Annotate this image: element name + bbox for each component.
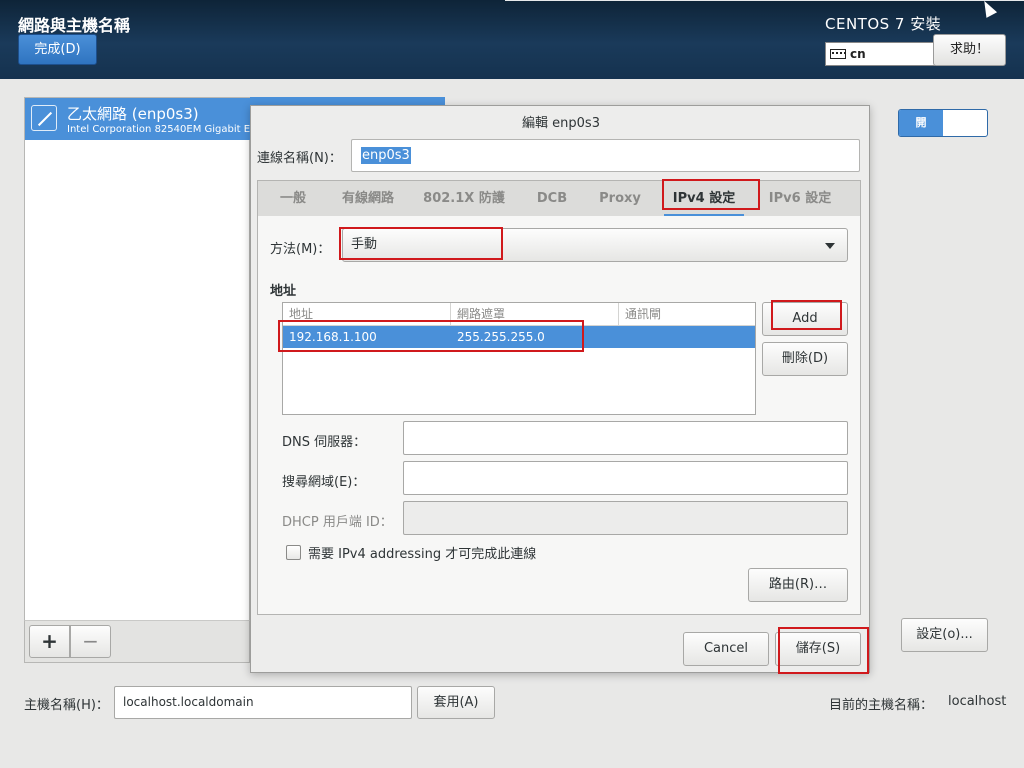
column-header-address[interactable]: 地址 [283, 303, 451, 325]
tab-dcb[interactable]: DCB [520, 181, 584, 216]
keyboard-layout-label: cn [850, 47, 866, 61]
keyboard-icon [830, 49, 846, 59]
search-domains-label: 搜尋網域(E)： [282, 475, 366, 490]
column-header-netmask[interactable]: 網路遮罩 [451, 303, 619, 325]
tab-8021x-security[interactable]: 802.1X 防護 [408, 181, 520, 216]
routes-button[interactable]: 路由(R)… [748, 568, 848, 602]
netmask-cell[interactable]: 255.255.255.0 [451, 326, 619, 348]
ethernet-icon [31, 105, 57, 131]
connection-name-value: enp0s3 [361, 147, 411, 164]
page-title: 網路與主機名稱 [18, 16, 131, 35]
gateway-cell[interactable] [619, 326, 755, 348]
connection-name: 乙太網路 (enp0s3) [67, 105, 199, 123]
remove-connection-button[interactable]: − [70, 625, 111, 658]
help-button[interactable]: 求助！ [933, 34, 1006, 66]
chevron-down-icon [825, 243, 835, 249]
dns-servers-input[interactable] [403, 421, 848, 455]
dns-servers-label: DNS 伺服器： [282, 435, 367, 450]
address-cell[interactable]: 192.168.1.100 [283, 326, 451, 348]
cancel-button[interactable]: Cancel [683, 632, 769, 666]
require-ipv4-label: 需要 IPv4 addressing 才可完成此連線 [308, 547, 537, 562]
apply-hostname-button[interactable]: 套用(A) [417, 686, 495, 719]
current-hostname-value: localhost [948, 694, 1007, 709]
connection-list: 乙太網路 (enp0s3) Intel Corporation 82540EM … [24, 97, 445, 663]
connection-item-highlight [250, 97, 445, 103]
save-button[interactable]: 儲存(S) [775, 632, 861, 666]
require-ipv4-checkbox[interactable] [286, 545, 301, 560]
hostname-label: 主機名稱(H)： [24, 698, 109, 713]
addresses-heading: 地址 [270, 284, 297, 299]
connection-toggle[interactable]: 開 [898, 109, 988, 137]
require-ipv4-option[interactable]: 需要 IPv4 addressing 才可完成此連線 [286, 543, 536, 562]
add-connection-button[interactable]: + [29, 625, 70, 658]
add-address-button[interactable]: Add [762, 302, 848, 336]
hostname-input[interactable]: localhost.localdomain [114, 686, 412, 719]
table-header: 地址 網路遮罩 通訊閘 [283, 303, 755, 326]
addresses-table: 地址 網路遮罩 通訊閘 192.168.1.100 255.255.255.0 [282, 302, 756, 415]
product-title: CENTOS 7 安裝 [825, 15, 942, 33]
table-row[interactable]: 192.168.1.100 255.255.255.0 [283, 326, 755, 348]
tab-ipv6-settings[interactable]: IPv6 設定 [752, 181, 848, 216]
tab-ipv4-settings[interactable]: IPv4 設定 [656, 181, 752, 217]
dialog-title: 編輯 enp0s3 [522, 116, 600, 131]
top-header-bar: 網路與主機名稱 完成(D) CENTOS 7 安裝 cn 求助！ [0, 0, 1024, 79]
current-hostname-label: 目前的主機名稱： [829, 698, 934, 713]
connection-name-input[interactable]: enp0s3 [351, 139, 860, 172]
toggle-on-label: 開 [899, 110, 943, 136]
column-header-gateway[interactable]: 通訊閘 [619, 303, 755, 325]
keyboard-layout-indicator[interactable]: cn [825, 42, 935, 66]
settings-button[interactable]: 設定(o)... [901, 618, 988, 652]
done-button[interactable]: 完成(D) [18, 34, 97, 65]
method-value: 手動 [351, 237, 378, 252]
dhcp-client-id-label: DHCP 用戶端 ID： [282, 515, 393, 530]
tab-general[interactable]: 一般 [258, 181, 328, 216]
delete-address-button[interactable]: 刪除(D) [762, 342, 848, 376]
ipv4-settings-panel: 方法(M)： 手動 地址 地址 網路遮罩 通訊閘 192.168.1.100 2… [257, 216, 861, 615]
connection-device: Intel Corporation 82540EM Gigabit Ethern… [67, 124, 251, 135]
method-label: 方法(M)： [270, 242, 331, 257]
edit-connection-dialog: 編輯 enp0s3 連線名稱(N)： enp0s3 一般 有線網路 802.1X… [250, 105, 870, 673]
settings-tabbar: 一般 有線網路 802.1X 防護 DCB Proxy IPv4 設定 IPv6… [257, 180, 861, 217]
connection-name-label: 連線名稱(N)： [257, 151, 342, 166]
tab-proxy[interactable]: Proxy [584, 181, 656, 216]
tab-wired[interactable]: 有線網路 [328, 181, 408, 216]
dhcp-client-id-input [403, 501, 848, 535]
method-dropdown[interactable]: 手動 [342, 228, 848, 262]
search-domains-input[interactable] [403, 461, 848, 495]
